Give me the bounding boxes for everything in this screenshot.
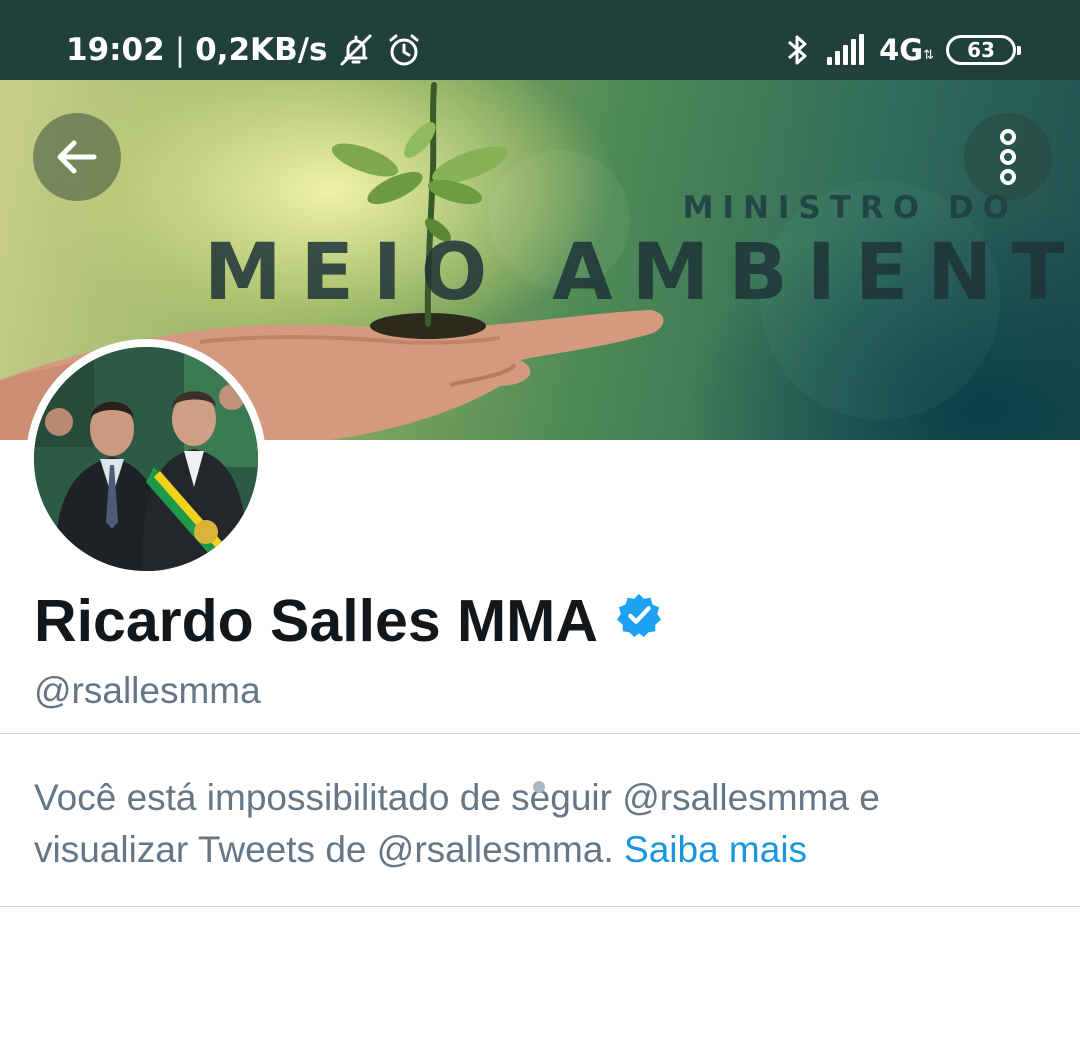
more-vertical-icon <box>996 127 1020 187</box>
profile-handle: @rsallesmma <box>34 670 261 711</box>
alarm-icon <box>385 31 423 69</box>
arrow-left-icon <box>52 132 102 182</box>
divider <box>0 906 1080 907</box>
verified-badge-icon <box>616 592 662 638</box>
profile-avatar[interactable] <box>26 339 266 579</box>
bluetooth-icon <box>783 32 813 68</box>
status-bar: 19:02 | 0,2KB/s 4G ⇅ 63 <box>0 0 1080 80</box>
divider <box>0 733 1080 734</box>
battery-indicator: 63 <box>946 35 1021 65</box>
data-activity-icon: ⇅ <box>923 47 934 62</box>
display-name-row: Ricardo Salles MMA <box>34 586 662 656</box>
battery-level: 63 <box>967 38 995 62</box>
status-left: 19:02 | 0,2KB/s <box>66 29 423 71</box>
learn-more-link[interactable]: Saiba mais <box>624 829 807 870</box>
status-separator: | <box>174 32 186 68</box>
status-time: 19:02 <box>66 32 165 68</box>
more-options-button[interactable] <box>964 113 1052 201</box>
avatar-photo <box>34 347 258 571</box>
banner-subtitle: MINISTRO DO <box>682 190 1018 226</box>
network-type: 4G <box>879 33 924 67</box>
back-button[interactable] <box>33 113 121 201</box>
display-name: Ricardo Salles MMA <box>34 588 598 654</box>
status-network-speed: 0,2KB/s <box>195 32 328 68</box>
status-right: 4G ⇅ 63 <box>783 29 1021 71</box>
banner-title: MEIO AMBIENTE <box>204 228 1080 318</box>
notifications-muted-icon <box>337 31 375 69</box>
loading-indicator <box>533 781 545 793</box>
signal-icon <box>825 33 867 67</box>
